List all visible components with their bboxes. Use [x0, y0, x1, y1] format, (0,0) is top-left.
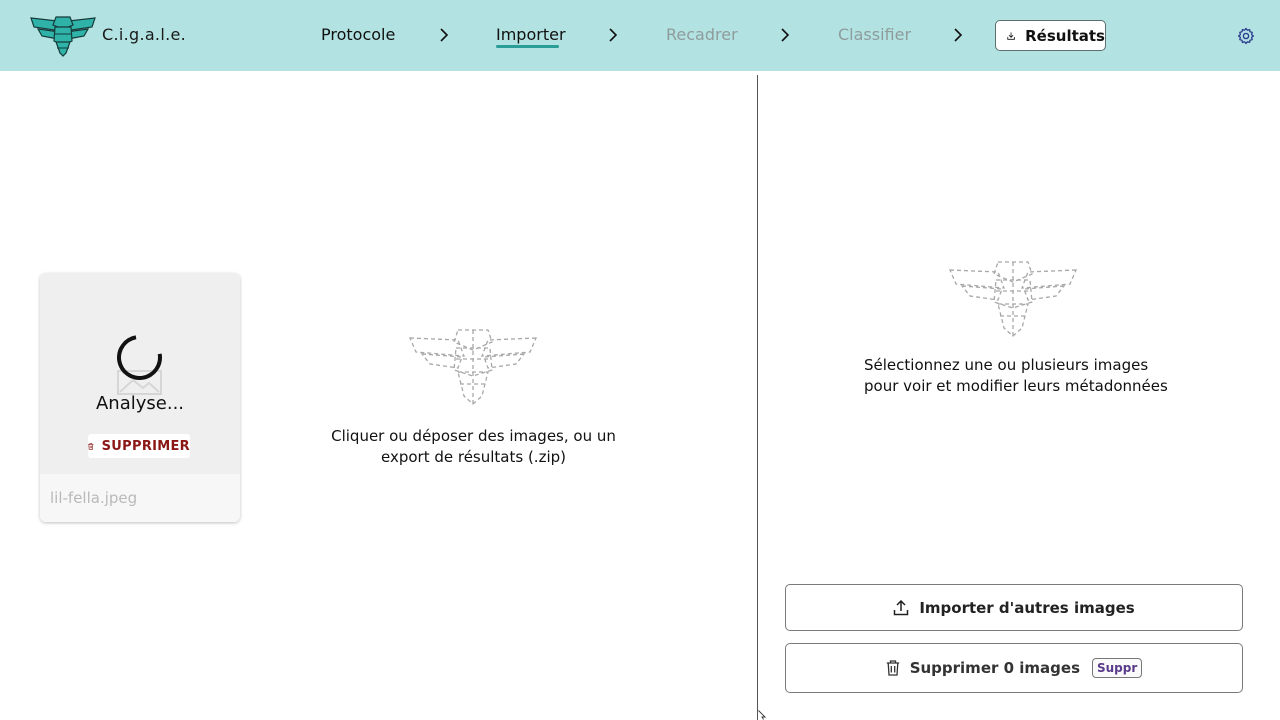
image-preview: Analyse... SUPPRIMER	[40, 273, 240, 474]
results-button-label: Résultats	[1025, 26, 1105, 45]
image-filename: lil-fella.jpeg	[50, 489, 138, 507]
pane-divider[interactable]	[757, 75, 758, 720]
current-step-indicator	[496, 45, 559, 48]
results-button[interactable]: Résultats	[995, 20, 1106, 51]
analysis-status: Analyse...	[95, 393, 185, 414]
upload-icon	[894, 599, 909, 615]
resize-handle-icon[interactable]	[758, 710, 766, 720]
trash-icon	[88, 442, 94, 450]
import-more-images-button[interactable]: Importer d'autres images	[785, 584, 1243, 631]
delete-image-label: SUPPRIMER	[101, 438, 190, 454]
metadata-empty-message: Sélectionnez une ou plusieurs images pou…	[864, 356, 1168, 395]
step-recadrer[interactable]: Recadrer	[666, 25, 738, 44]
cicada-outline-icon	[948, 261, 1078, 337]
step-importer[interactable]: Importer	[496, 25, 566, 44]
step-protocole[interactable]: Protocole	[321, 25, 395, 44]
download-icon	[1007, 31, 1015, 40]
delete-images-label: Supprimer 0 images	[909, 659, 1080, 677]
chevron-right-icon	[781, 28, 790, 42]
chevron-right-icon	[954, 28, 963, 42]
gear-icon[interactable]	[1237, 27, 1255, 45]
import-more-images-label: Importer d'autres images	[919, 598, 1135, 617]
app-name: C.i.g.a.l.e.	[102, 25, 186, 44]
trash-icon	[886, 660, 899, 676]
image-card[interactable]: Analyse... SUPPRIMER lil-fella.jpeg	[40, 273, 240, 522]
delete-image-button[interactable]: SUPPRIMER	[88, 434, 190, 458]
step-classifier[interactable]: Classifier	[838, 25, 911, 44]
delete-images-button[interactable]: Supprimer 0 images Suppr	[785, 643, 1243, 693]
cicada-logo-icon[interactable]	[30, 15, 96, 57]
card-footer: lil-fella.jpeg	[40, 474, 240, 522]
dropzone-instructions[interactable]: Cliquer ou déposer des images, ou un exp…	[320, 426, 627, 468]
chevron-right-icon	[440, 28, 449, 42]
cicada-outline-icon[interactable]	[408, 326, 538, 408]
chevron-right-icon	[609, 28, 618, 42]
delete-shortcut-badge: Suppr	[1092, 658, 1143, 678]
top-bar: C.i.g.a.l.e. Protocole Importer Recadrer…	[0, 0, 1280, 71]
